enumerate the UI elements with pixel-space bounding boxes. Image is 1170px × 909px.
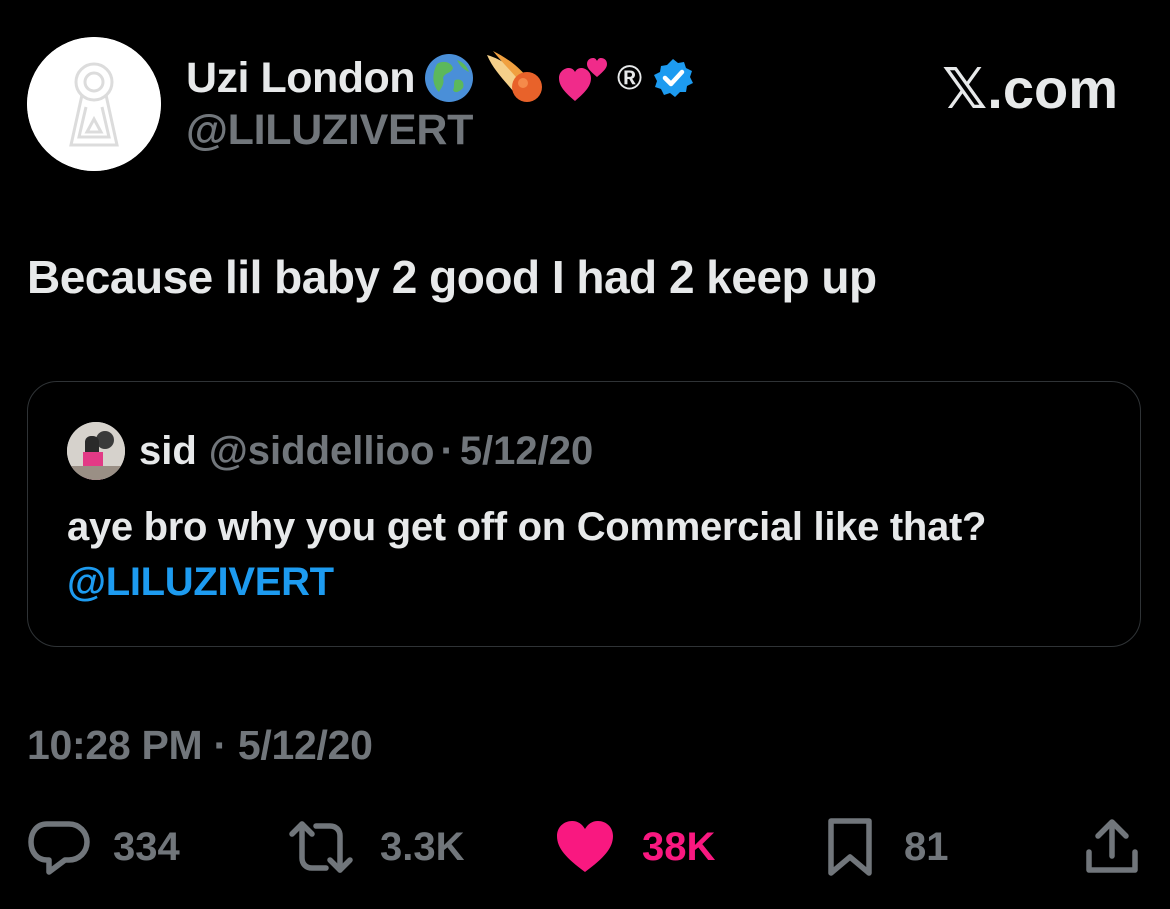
share-icon [1086, 819, 1138, 873]
reply-icon [28, 821, 90, 875]
quoted-author-name[interactable]: sid [139, 429, 197, 474]
reply-count: 334 [113, 824, 180, 869]
quoted-separator: · [440, 428, 454, 473]
author-avatar[interactable] [27, 37, 161, 171]
quoted-text-body: aye bro why you get off on Commercial li… [67, 505, 987, 549]
two-hearts-icon [557, 51, 611, 105]
repost-button[interactable]: 3.3K [286, 818, 465, 876]
like-count: 38K [642, 824, 716, 869]
verified-badge-icon[interactable] [652, 57, 694, 99]
quoted-tweet-header: sid @siddellioo · 5/12/20 [67, 422, 593, 480]
brand-label: 𝕏.com [942, 57, 1118, 120]
author-display-name[interactable]: Uzi London [186, 54, 416, 103]
author-handle[interactable]: @LILUZIVERT [186, 106, 473, 155]
globe-americas-icon [423, 52, 475, 104]
share-button[interactable] [1084, 818, 1140, 876]
reply-button[interactable]: 334 [27, 818, 180, 876]
repost-count: 3.3K [380, 824, 465, 869]
repost-icon [289, 821, 353, 873]
quoted-tweet-text: aye bro why you get off on Commercial li… [67, 500, 1067, 610]
quoted-author-handle[interactable]: @siddellioo [209, 429, 435, 474]
heart-icon [557, 821, 613, 872]
bookmark-button[interactable]: 81 [826, 818, 949, 876]
author-name-row: Uzi London ® [186, 50, 694, 106]
comet-icon [483, 47, 549, 109]
keyhole-logo-icon [27, 37, 161, 171]
bookmark-icon [828, 818, 872, 876]
quoted-tweet[interactable]: sid @siddellioo · 5/12/20 aye bro why yo… [27, 381, 1141, 647]
quoted-author-avatar[interactable] [67, 422, 125, 480]
quoted-mention-link[interactable]: @LILUZIVERT [67, 560, 334, 604]
tweet-text: Because lil baby 2 good I had 2 keep up [27, 251, 877, 303]
like-button[interactable]: 38K [554, 818, 715, 876]
registered-mark: ® [617, 58, 643, 97]
quoted-date[interactable]: 5/12/20 [460, 429, 593, 474]
tweet-timestamp[interactable]: 10:28 PM · 5/12/20 [27, 722, 373, 769]
bookmark-count: 81 [904, 824, 949, 869]
